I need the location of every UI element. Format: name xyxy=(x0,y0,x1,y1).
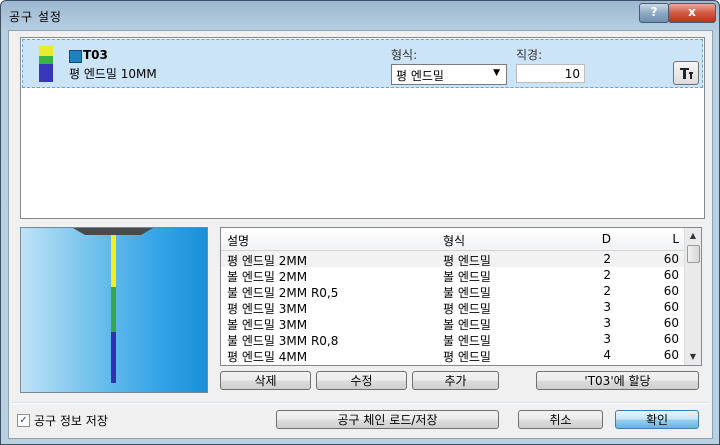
type-label: 형식: xyxy=(391,48,418,62)
table-row[interactable]: 볼 엔드밀 3MM 볼 엔드밀 3 60 xyxy=(221,315,684,332)
tool-chain-button[interactable]: 공구 체인 로드/저장 xyxy=(276,410,499,429)
tool-select-icon[interactable] xyxy=(673,61,699,85)
table-header: 설명 형식 D L xyxy=(221,228,684,251)
cell-l: 60 xyxy=(663,348,679,362)
help-button[interactable]: ? xyxy=(639,3,669,23)
tool-settings-window: 공구 설정 ? x T03 평 엔드밀 10MM 형식: 평 엔드밀 ▼ 직경:… xyxy=(0,0,720,445)
delete-button[interactable]: 삭제 xyxy=(220,371,311,390)
tool-preview xyxy=(20,227,208,393)
tool-library-table[interactable]: 설명 형식 D L 평 엔드밀 2MM 평 엔드밀 2 60 볼 엔드밀 2MM 볼 엔드… xyxy=(220,227,702,366)
cell-d: 3 xyxy=(603,332,611,346)
tool-color-swatch xyxy=(69,50,82,63)
cancel-button[interactable]: 취소 xyxy=(518,410,603,429)
tool-shape-icon xyxy=(39,46,53,82)
header-desc[interactable]: 설명 xyxy=(227,232,249,249)
table-row[interactable]: 볼 엔드밀 2MM 볼 엔드밀 2 60 xyxy=(221,267,684,284)
cell-d: 3 xyxy=(603,316,611,330)
add-button[interactable]: 추가 xyxy=(412,371,499,390)
cell-l: 60 xyxy=(663,316,679,330)
tool-slot-row[interactable]: T03 평 엔드밀 10MM 형식: 평 엔드밀 ▼ 직경: 10 xyxy=(22,39,703,88)
scroll-thumb[interactable] xyxy=(687,245,700,263)
header-l[interactable]: L xyxy=(657,232,679,246)
cell-d: 2 xyxy=(603,252,611,266)
cell-d: 2 xyxy=(603,268,611,282)
tool-slot-list[interactable]: T03 평 엔드밀 10MM 형식: 평 엔드밀 ▼ 직경: 10 xyxy=(20,37,705,219)
save-info-checkbox[interactable]: ✓ xyxy=(17,414,30,427)
diameter-label: 직경: xyxy=(516,48,543,62)
cell-d: 4 xyxy=(603,348,611,362)
title-bar: 공구 설정 ? x xyxy=(1,1,719,29)
chevron-down-icon: ▼ xyxy=(493,68,500,78)
cell-l: 60 xyxy=(663,252,679,266)
table-row[interactable]: 불 엔드밀 2MM R0,5 불 엔드밀 2 60 xyxy=(221,283,684,300)
table-row[interactable]: 평 엔드밀 3MM 평 엔드밀 3 60 xyxy=(221,299,684,316)
cell-type: 평 엔드밀 xyxy=(443,350,491,364)
window-title: 공구 설정 xyxy=(9,10,62,24)
header-type[interactable]: 형식 xyxy=(443,232,465,249)
save-info-label: 공구 정보 저장 xyxy=(34,414,108,428)
tool-shank xyxy=(111,332,116,383)
type-dropdown[interactable]: 평 엔드밀 ▼ xyxy=(391,64,507,85)
type-dropdown-value: 평 엔드밀 xyxy=(396,69,444,83)
table-row[interactable]: 평 엔드밀 2MM 평 엔드밀 2 60 xyxy=(221,251,684,268)
cell-l: 60 xyxy=(663,284,679,298)
vertical-scrollbar[interactable]: ▲ ▼ xyxy=(684,228,701,365)
table-row[interactable]: 불 엔드밀 3MM R0,8 불 엔드밀 3 60 xyxy=(221,331,684,348)
cell-l: 60 xyxy=(663,300,679,314)
edit-button[interactable]: 수정 xyxy=(316,371,407,390)
close-button[interactable]: x xyxy=(668,3,716,23)
diameter-input[interactable]: 10 xyxy=(516,64,585,83)
tool-flute-tip xyxy=(111,235,116,287)
scroll-up-icon[interactable]: ▲ xyxy=(685,228,701,244)
cell-l: 60 xyxy=(663,268,679,282)
header-d[interactable]: D xyxy=(589,232,611,246)
tool-holder xyxy=(73,228,153,235)
table-row[interactable]: 평 엔드밀 4MM 평 엔드밀 4 60 xyxy=(221,347,684,364)
cell-desc: 평 엔드밀 4MM xyxy=(227,350,308,364)
ok-button[interactable]: 확인 xyxy=(615,410,699,429)
tool-number: T03 xyxy=(83,48,108,62)
tool-flute-mid xyxy=(111,287,116,332)
cell-l: 60 xyxy=(663,332,679,346)
cell-d: 3 xyxy=(603,300,611,314)
divider xyxy=(13,402,708,404)
tool-name: 평 엔드밀 10MM xyxy=(69,67,157,81)
assign-button[interactable]: 'T03'에 할당 xyxy=(536,371,699,390)
scroll-down-icon[interactable]: ▼ xyxy=(685,349,701,365)
cell-d: 2 xyxy=(603,284,611,298)
dialog-body: T03 평 엔드밀 10MM 형식: 평 엔드밀 ▼ 직경: 10 설명 형식 … xyxy=(8,30,713,439)
